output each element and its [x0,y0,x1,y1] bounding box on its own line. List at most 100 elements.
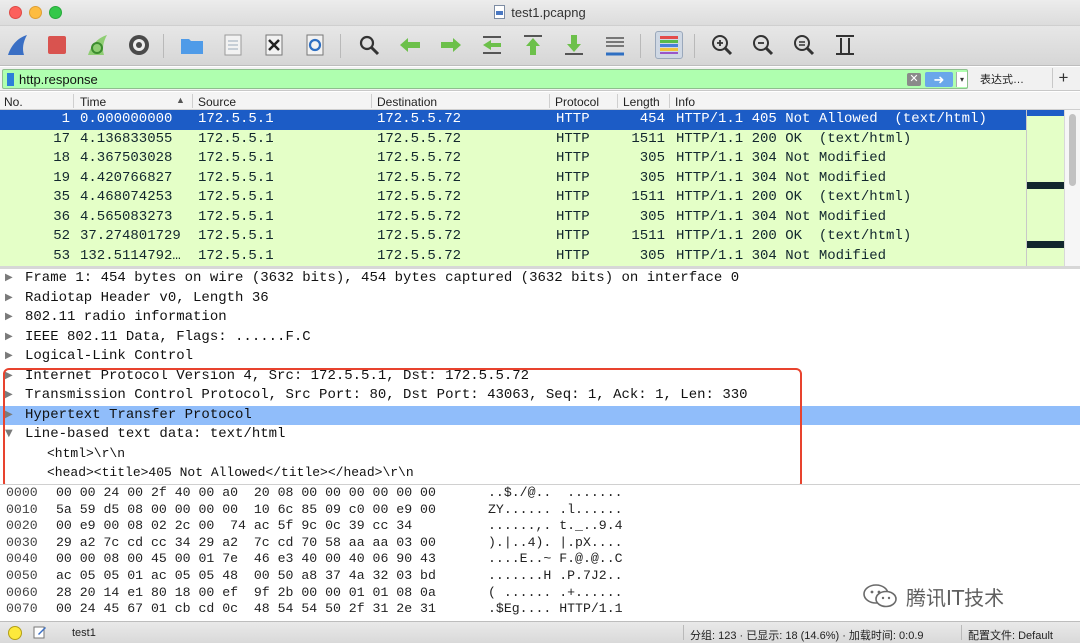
packet-row[interactable]: 1 0.000000000 172.5.5.1 172.5.5.72 HTTP … [0,110,1026,130]
packet-row[interactable]: 18 4.367503028 172.5.5.1 172.5.5.72 HTTP… [0,149,1026,169]
reload-file-icon [306,34,324,56]
filter-bookmark-icon[interactable] [7,73,14,86]
byte-hex[interactable]: 00 e9 00 08 02 2c 00 74 ac 5f 9c 0c 39 c… [56,518,412,533]
add-filter-button[interactable]: + [1052,68,1074,88]
tree-item-ieee80211[interactable]: ▶ IEEE 802.11 Data, Flags: ......F.C [0,328,1080,348]
display-filter-input[interactable] [19,71,899,88]
byte-hex[interactable]: 00 24 45 67 01 cb cd 0c 48 54 54 50 2f 3… [56,601,436,616]
save-file-button[interactable] [219,31,247,59]
status-profile[interactable]: 配置文件: Default [968,627,1053,643]
edit-comment-icon[interactable] [33,625,47,639]
packet-minimap[interactable] [1026,110,1065,266]
byte-hex[interactable]: 29 a2 7c cd cc 34 29 a2 7c cd 70 58 aa a… [56,535,436,550]
expand-arrow-icon[interactable]: ▶ [5,272,13,283]
tree-item-label: Frame 1: 454 bytes on wire (3632 bits), … [25,270,740,286]
expand-arrow-icon[interactable]: ▶ [5,409,13,420]
tree-item-tcp[interactable]: ▶ Transmission Control Protocol, Src Por… [0,386,1080,406]
packet-destination: 172.5.5.72 [377,208,462,225]
byte-hex[interactable]: ac 05 05 01 ac 05 05 48 00 50 a8 37 4a 3… [56,568,436,583]
byte-ascii[interactable]: ....E..~ F.@.@..C [488,551,623,566]
expand-arrow-icon[interactable]: ▶ [5,389,13,400]
start-capture-button[interactable] [4,31,32,59]
column-header-destination[interactable]: Destination [377,95,437,109]
packet-row[interactable]: 35 4.468074253 172.5.5.1 172.5.5.72 HTTP… [0,188,1026,208]
capture-options-button[interactable] [125,31,153,59]
expand-arrow-icon[interactable]: ▶ [5,350,13,361]
packet-row[interactable]: 19 4.420766827 172.5.5.1 172.5.5.72 HTTP… [0,168,1026,188]
packet-details-tree[interactable]: ▶ Frame 1: 454 bytes on wire (3632 bits)… [0,269,1080,484]
expand-arrow-icon[interactable]: ▶ [5,311,13,322]
packet-row[interactable]: 17 4.136833055 172.5.5.1 172.5.5.72 HTTP… [0,129,1026,149]
zoom-out-button[interactable] [749,31,777,59]
tree-child-head-line[interactable]: <head><title>405 Not Allowed</title></he… [0,464,1080,484]
tree-item-http[interactable]: ▶ Hypertext Transfer Protocol [0,405,1080,425]
byte-hex[interactable]: 00 00 08 00 45 00 01 7e 46 e3 40 00 40 0… [56,551,436,566]
byte-ascii[interactable]: ZY...... .l...... [488,502,623,517]
filter-history-dropdown[interactable]: ▾ [956,72,967,87]
go-first-packet-button[interactable] [519,31,547,59]
reload-file-button[interactable] [301,31,329,59]
column-separator[interactable] [617,94,618,108]
colorize-button[interactable] [655,31,683,59]
zoom-normal-button[interactable] [790,31,818,59]
go-forward-button[interactable] [437,31,465,59]
column-separator[interactable] [669,94,670,108]
tree-item-llc[interactable]: ▶ Logical-Link Control [0,347,1080,367]
scrollbar-thumb[interactable] [1069,114,1076,186]
clear-filter-icon[interactable]: ✕ [907,73,921,86]
go-to-packet-button[interactable] [478,31,506,59]
byte-hex[interactable]: 5a 59 d5 08 00 00 00 00 10 6c 85 09 c0 0… [56,502,436,517]
tree-child-html-line[interactable]: <html>\r\n [0,445,1080,465]
arrow-right-icon: ➜ [933,72,945,87]
column-separator[interactable] [371,94,372,108]
packet-list-scrollbar[interactable] [1064,110,1080,266]
byte-ascii[interactable]: .......H .P.7J2.. [488,568,623,583]
column-header-length[interactable]: Length [623,95,660,109]
find-packet-button[interactable] [355,31,383,59]
expand-arrow-icon[interactable]: ▶ [5,331,13,342]
byte-hex[interactable]: 28 20 14 e1 80 18 00 ef 9f 2b 00 00 01 0… [56,585,436,600]
column-separator[interactable] [192,94,193,108]
byte-offset: 0010 [6,501,38,517]
open-file-button[interactable] [178,31,206,59]
packet-list[interactable]: 1 0.000000000 172.5.5.1 172.5.5.72 HTTP … [0,110,1026,266]
collapse-arrow-icon[interactable]: ▼ [5,428,13,439]
column-header-info[interactable]: Info [675,95,695,109]
close-file-button[interactable] [260,31,288,59]
column-separator[interactable] [73,94,74,108]
byte-ascii[interactable]: ......,. t._..9.4 [488,518,623,533]
column-header-protocol[interactable]: Protocol [555,95,599,109]
tree-item-radiotap[interactable]: ▶ Radiotap Header v0, Length 36 [0,289,1080,309]
tree-item-radio-info[interactable]: ▶ 802.11 radio information [0,308,1080,328]
go-last-packet-button[interactable] [560,31,588,59]
go-to-packet-icon [483,36,501,54]
packet-row[interactable]: 52 37.274801729 172.5.5.1 172.5.5.72 HTT… [0,227,1026,247]
packet-protocol: HTTP [556,130,590,147]
byte-ascii[interactable]: .$Eg.... HTTP/1.1 [488,601,623,616]
expression-button[interactable]: 表达式… [980,71,1024,87]
restart-capture-button[interactable] [84,31,112,59]
byte-hex[interactable]: 00 00 24 00 2f 40 00 a0 20 08 00 00 00 0… [56,485,436,500]
resize-columns-button[interactable] [831,31,859,59]
column-header-source[interactable]: Source [198,95,236,109]
tree-item-text-data[interactable]: ▼ Line-based text data: text/html [0,425,1080,445]
byte-ascii[interactable]: ..$./@.. ....... [488,485,623,500]
column-header-no[interactable]: No. [4,95,23,109]
go-back-button[interactable] [396,31,424,59]
zoom-in-button[interactable] [708,31,736,59]
expert-info-icon[interactable] [8,626,22,640]
column-separator[interactable] [549,94,550,108]
byte-ascii[interactable]: ).|..4). |.pX.... [488,535,623,550]
tree-item-ipv4[interactable]: ▶ Internet Protocol Version 4, Src: 172.… [0,367,1080,387]
column-header-time[interactable]: Time [80,95,106,109]
packet-row[interactable]: 36 4.565083273 172.5.5.1 172.5.5.72 HTTP… [0,207,1026,227]
packet-row[interactable]: 53 132.5114792… 172.5.5.1 172.5.5.72 HTT… [0,246,1026,266]
expand-arrow-icon[interactable]: ▶ [5,370,13,381]
stop-capture-button[interactable] [43,31,71,59]
tree-item-frame[interactable]: ▶ Frame 1: 454 bytes on wire (3632 bits)… [0,269,1080,289]
expand-arrow-icon[interactable]: ▶ [5,292,13,303]
autoscroll-button[interactable] [601,31,629,59]
byte-ascii[interactable]: ( ...... .+...... [488,585,623,600]
packet-destination: 172.5.5.72 [377,169,462,186]
apply-filter-button[interactable]: ➜ [925,72,953,87]
